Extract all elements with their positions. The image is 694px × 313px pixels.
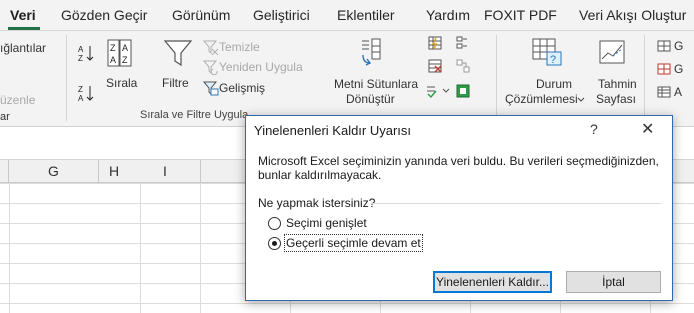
column-header-i[interactable]: I bbox=[130, 160, 201, 182]
expand-selection-label[interactable]: Seçimi genişlet bbox=[286, 216, 367, 230]
grid-line bbox=[200, 183, 201, 313]
svg-text:Z: Z bbox=[110, 43, 116, 53]
forecast-sheet-icon[interactable] bbox=[598, 37, 628, 67]
column-header-partial bbox=[0, 160, 9, 182]
svg-text:A: A bbox=[122, 43, 128, 53]
filter-button-label[interactable]: Filtre bbox=[162, 76, 189, 90]
svg-text:A: A bbox=[110, 55, 116, 65]
group-label-queries: ar bbox=[0, 111, 10, 123]
group-icon[interactable] bbox=[657, 39, 671, 53]
help-button[interactable]: ? bbox=[590, 121, 598, 137]
clear-filter-icon bbox=[203, 40, 219, 55]
svg-text:Z: Z bbox=[122, 55, 128, 65]
tab-gelistirici[interactable]: Geliştirici bbox=[253, 7, 310, 23]
ribbon-divider bbox=[66, 35, 67, 121]
what-if-label-2[interactable]: Çözümlemesi bbox=[505, 92, 578, 106]
consolidate-icon[interactable] bbox=[455, 35, 471, 51]
tab-yardim[interactable]: Yardım bbox=[426, 7, 470, 23]
dialog-question: Ne yapmak istersiniz? bbox=[258, 196, 376, 210]
ribbon-tab-bar: Veri Gözden Geçir Görünüm Geliştirici Ek… bbox=[0, 0, 694, 31]
flash-fill-icon[interactable] bbox=[427, 35, 443, 51]
clear-button[interactable]: Temizle bbox=[219, 40, 260, 54]
connections-button[interactable]: ığlantılar bbox=[0, 41, 46, 55]
text-to-columns-label-1[interactable]: Metni Sütunlara bbox=[334, 77, 418, 91]
svg-text:A: A bbox=[78, 94, 84, 103]
sort-ascending-icon[interactable]: A Z bbox=[77, 43, 97, 63]
sort-icon[interactable]: Z A A Z bbox=[107, 39, 133, 67]
close-button[interactable]: ✕ bbox=[641, 119, 654, 139]
continue-current-selection-label[interactable]: Geçerli seçimle devam et bbox=[284, 234, 423, 252]
column-header-g[interactable]: G bbox=[9, 160, 99, 182]
subtotal-button[interactable]: A bbox=[674, 85, 682, 99]
dialog-title: Yinelenenleri Kaldır Uyarısı bbox=[254, 123, 412, 138]
sort-descending-icon[interactable]: Z A bbox=[77, 83, 97, 103]
remove-duplicates-icon[interactable] bbox=[427, 58, 443, 74]
ungroup-icon[interactable] bbox=[657, 62, 671, 76]
grid-line bbox=[9, 183, 10, 313]
text-to-columns-label-2[interactable]: Dönüştür bbox=[346, 92, 395, 106]
subtotal-icon[interactable] bbox=[657, 85, 671, 99]
svg-text:Z: Z bbox=[78, 54, 83, 63]
dialog-message: Microsoft Excel seçiminizin yanında veri… bbox=[258, 154, 659, 182]
tab-gorunum[interactable]: Görünüm bbox=[172, 7, 230, 23]
tab-veri-akisi-olustur[interactable]: Veri Akışı Oluştur bbox=[579, 7, 686, 23]
remove-duplicates-warning-dialog: Yinelenenleri Kaldır Uyarısı ? ✕ Microso… bbox=[245, 115, 673, 301]
remove-duplicates-button[interactable]: Yinelenenleri Kaldır... bbox=[433, 271, 552, 293]
sort-button-label[interactable]: Sırala bbox=[106, 76, 137, 90]
column-header-h[interactable]: H bbox=[99, 160, 129, 182]
tab-gozden-gecir[interactable]: Gözden Geçir bbox=[61, 7, 147, 23]
ribbon-divider bbox=[496, 35, 497, 121]
group-button[interactable]: G bbox=[674, 39, 683, 53]
active-tab-indicator bbox=[8, 27, 40, 30]
data-validation-icon[interactable] bbox=[425, 83, 451, 99]
data-model-icon[interactable] bbox=[455, 83, 471, 99]
what-if-analysis-icon[interactable]: ? bbox=[531, 37, 563, 67]
grid-line bbox=[140, 183, 141, 313]
group-label-sort-filter: Sırala ve Filtre Uygula bbox=[140, 109, 249, 121]
text-to-columns-icon[interactable] bbox=[360, 37, 382, 69]
svg-text:?: ? bbox=[550, 54, 556, 66]
ribbon: ığlantılar üzenle ar A Z Z A Z A A Z Sır… bbox=[0, 31, 694, 127]
filter-icon[interactable] bbox=[163, 38, 193, 68]
ungroup-button[interactable]: G bbox=[674, 62, 683, 76]
svg-text:Z: Z bbox=[78, 85, 83, 94]
forecast-label-1[interactable]: Tahmin bbox=[598, 77, 637, 91]
forecast-label-2[interactable]: Sayfası bbox=[596, 92, 636, 106]
tab-veri[interactable]: Veri bbox=[10, 7, 36, 23]
what-if-label-1[interactable]: Durum bbox=[536, 77, 572, 91]
cancel-button[interactable]: İptal bbox=[566, 271, 661, 293]
reapply-button[interactable]: Yeniden Uygula bbox=[219, 60, 303, 74]
ribbon-divider bbox=[644, 35, 645, 121]
relationships-icon[interactable] bbox=[455, 58, 471, 74]
continue-current-selection-radio[interactable] bbox=[268, 237, 281, 250]
expand-selection-radio[interactable] bbox=[268, 217, 281, 230]
tab-eklentiler[interactable]: Eklentiler bbox=[337, 7, 395, 23]
groupbox-line bbox=[371, 203, 661, 204]
svg-text:A: A bbox=[78, 45, 84, 54]
reapply-icon bbox=[203, 60, 218, 75]
tab-foxit-pdf[interactable]: FOXIT PDF bbox=[484, 7, 557, 23]
edit-links-button[interactable]: üzenle bbox=[0, 93, 35, 107]
chevron-down-icon bbox=[577, 97, 585, 102]
advanced-filter-icon bbox=[203, 81, 219, 96]
advanced-button[interactable]: Gelişmiş bbox=[219, 81, 265, 95]
